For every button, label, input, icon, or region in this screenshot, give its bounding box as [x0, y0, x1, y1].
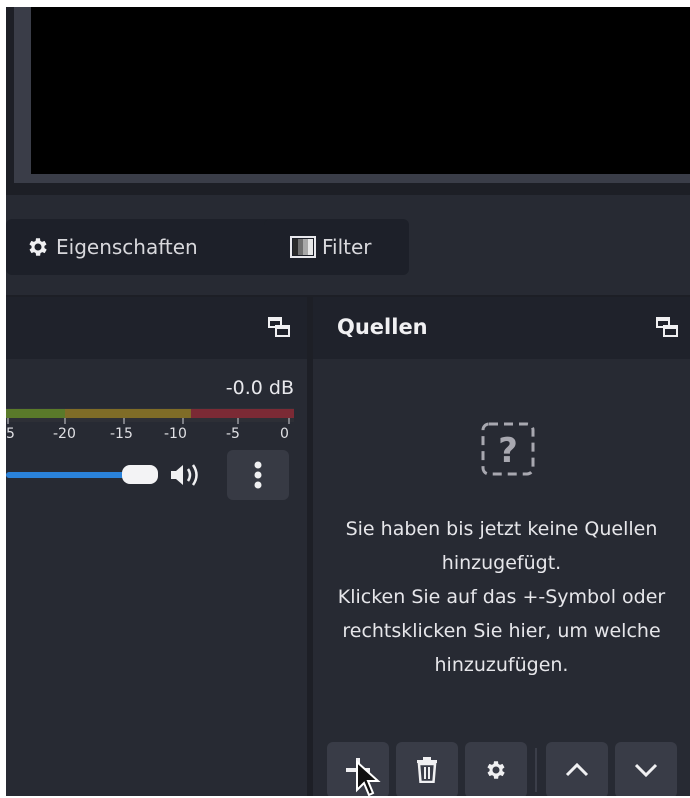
- filter-icon: [290, 236, 316, 258]
- chevron-down-icon: [634, 763, 658, 778]
- tick-label: -10: [164, 426, 187, 442]
- message-line: hinzuzufügen.: [434, 654, 569, 676]
- move-source-up-button[interactable]: [546, 742, 608, 798]
- volume-slider-handle[interactable]: [122, 465, 158, 484]
- properties-label: Eigenschaften: [56, 235, 198, 259]
- volume-db-label: -0.0 dB: [225, 377, 294, 399]
- volume-slider-track[interactable]: [6, 472, 140, 478]
- meter-red-zone: [191, 409, 294, 418]
- tick-label: 0: [280, 426, 289, 442]
- tick-label: 5: [6, 426, 15, 442]
- speaker-icon[interactable]: [168, 460, 204, 490]
- preview-canvas[interactable]: [31, 7, 690, 174]
- button-separator: [535, 748, 537, 792]
- meter-yellow-zone: [65, 409, 191, 418]
- remove-source-button[interactable]: [396, 742, 458, 798]
- message-line: hinzugefügt.: [441, 552, 562, 574]
- audio-mixer-dock: [6, 297, 307, 798]
- message-line: Sie haben bis jetzt keine Quellen: [345, 518, 658, 540]
- mouse-cursor-icon: [356, 760, 381, 797]
- gear-icon: [487, 761, 505, 779]
- sources-title: Quellen: [337, 315, 428, 339]
- tick-label: -5: [226, 426, 240, 442]
- window-top-edge: [0, 0, 690, 7]
- tick-label: -20: [53, 426, 76, 442]
- question-icon: ?: [481, 422, 535, 476]
- undock-icon[interactable]: [268, 317, 290, 337]
- undock-icon[interactable]: [656, 317, 678, 337]
- meter-green-zone: [6, 409, 65, 418]
- no-sources-message: Sie haben bis jetzt keine Quellen hinzug…: [313, 512, 690, 682]
- svg-text:?: ?: [498, 431, 518, 471]
- filter-button[interactable]: Filter: [264, 219, 409, 275]
- source-properties-button[interactable]: [465, 742, 527, 798]
- filter-label: Filter: [322, 235, 372, 259]
- mixer-menu-button[interactable]: [227, 450, 289, 500]
- window-left-edge: [0, 0, 6, 798]
- trash-icon: [417, 757, 437, 783]
- audio-mixer-header: [6, 297, 307, 359]
- gear-icon: [29, 238, 47, 256]
- message-line: Klicken Sie auf das +-Symbol oder: [337, 586, 666, 608]
- chevron-up-icon: [565, 762, 589, 777]
- tick-label: -15: [110, 426, 133, 442]
- message-line: rechtsklicken Sie hier, um welche: [342, 620, 661, 642]
- meter-scale-ticks: [7, 418, 290, 424]
- move-source-down-button[interactable]: [615, 742, 677, 798]
- vertical-dots-icon: [254, 461, 262, 489]
- properties-button[interactable]: Eigenschaften: [6, 219, 280, 275]
